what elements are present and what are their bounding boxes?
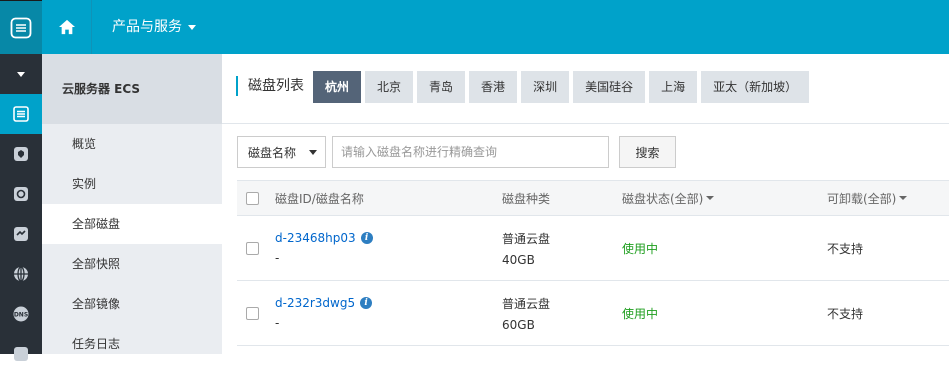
region-bar: 磁盘列表 杭州 北京 青岛 香港 深圳 美国硅谷 上海 亚太（新加坡）	[222, 54, 949, 124]
network-nav-button[interactable]	[0, 254, 42, 294]
sidebar-item-overview[interactable]: 概览	[42, 124, 222, 164]
info-icon[interactable]: i	[360, 297, 373, 309]
select-all-checkbox-cell	[246, 181, 259, 215]
header-disk-id: 磁盘ID/磁盘名称	[275, 191, 364, 206]
disk-size: 60GB	[502, 317, 535, 332]
header-detachable-label: 可卸载(全部)	[827, 191, 897, 206]
search-field-select-value: 磁盘名称	[248, 145, 297, 160]
row-checkbox[interactable]	[246, 306, 259, 320]
header-disk-status-label: 磁盘状态(全部)	[622, 191, 704, 206]
disk-id-cell: d-232r3dwg5 i -	[275, 281, 373, 345]
monitor-nav-button[interactable]	[0, 214, 42, 254]
tab-region-beijing[interactable]: 北京	[365, 71, 414, 103]
header-detachable-filter[interactable]: 可卸载(全部)	[827, 181, 908, 215]
disk-id-link[interactable]: d-232r3dwg5	[275, 296, 355, 310]
logo-icon	[10, 17, 32, 38]
products-services-menu[interactable]: 产品与服务	[112, 0, 196, 54]
svg-text:DNS: DNS	[14, 312, 28, 319]
tab-region-shenzhen[interactable]: 深圳	[521, 71, 570, 103]
sidebar-item-instances[interactable]: 实例	[42, 164, 222, 204]
search-input[interactable]	[332, 136, 609, 168]
disk-type: 普通云盘	[502, 296, 551, 311]
table-row: d-23468hp03 i - 普通云盘 40GB 使用中 不支持	[237, 216, 949, 281]
collapse-caret-icon	[17, 72, 25, 77]
disk-name: -	[275, 316, 280, 330]
shield-icon	[14, 147, 28, 161]
globe-icon	[14, 266, 28, 282]
region-tabs: 杭州 北京 青岛 香港 深圳 美国硅谷 上海 亚太（新加坡）	[313, 71, 810, 103]
disk-id-link[interactable]: d-23468hp03	[275, 231, 356, 245]
disk-id-cell: d-23468hp03 i -	[275, 216, 373, 280]
logo[interactable]	[0, 0, 42, 54]
icon-sidebar: DNS	[0, 54, 42, 361]
tab-region-shanghai[interactable]: 上海	[649, 71, 698, 103]
safe-icon	[14, 187, 28, 201]
row-checkbox[interactable]	[246, 241, 259, 255]
products-services-label: 产品与服务	[112, 19, 182, 35]
disk-type-cell: 普通云盘 60GB	[502, 281, 550, 345]
security-nav-button[interactable]	[0, 134, 42, 174]
dns-icon: DNS	[13, 306, 29, 322]
disk-type: 普通云盘	[502, 231, 551, 246]
server-icon	[13, 106, 29, 122]
header-disk-type: 磁盘种类	[502, 191, 551, 206]
sidebar-item-task-log[interactable]: 任务日志	[42, 324, 222, 364]
table-header: 磁盘ID/磁盘名称 磁盘种类 磁盘状态(全部) 可卸载(全部)	[237, 180, 949, 216]
home-icon	[58, 19, 75, 35]
chevron-down-icon	[899, 196, 908, 200]
search-button[interactable]: 搜索	[619, 136, 676, 168]
select-all-checkbox[interactable]	[246, 191, 259, 205]
sidebar-item-all-images[interactable]: 全部镜像	[42, 284, 222, 324]
home-button[interactable]	[42, 0, 92, 54]
row-checkbox-cell	[246, 281, 259, 345]
ecs-nav-icon-button[interactable]	[0, 94, 42, 134]
disk-type-cell: 普通云盘 40GB	[502, 216, 550, 280]
disk-name: -	[275, 251, 280, 265]
monitor-icon	[14, 227, 28, 241]
search-field-select[interactable]: 磁盘名称	[237, 136, 326, 168]
chevron-down-icon	[309, 150, 317, 155]
disk-status: 使用中	[622, 241, 659, 256]
table-row: d-232r3dwg5 i - 普通云盘 60GB 使用中 不支持	[237, 281, 949, 346]
disk-table: 磁盘ID/磁盘名称 磁盘种类 磁盘状态(全部) 可卸载(全部) d-23468h…	[237, 180, 949, 346]
tab-region-qingdao[interactable]: 青岛	[417, 71, 466, 103]
search-row: 磁盘名称 搜索	[237, 136, 676, 168]
chevron-down-icon	[706, 196, 715, 200]
safe-nav-button[interactable]	[0, 174, 42, 214]
more-icon	[14, 347, 28, 361]
dns-nav-button[interactable]: DNS	[0, 294, 42, 334]
disk-detachable: 不支持	[827, 306, 864, 321]
disk-status: 使用中	[622, 306, 659, 321]
info-icon[interactable]: i	[360, 232, 373, 244]
collapse-menu-button[interactable]	[0, 54, 42, 94]
top-navbar: 产品与服务	[0, 0, 949, 54]
tab-region-singapore[interactable]: 亚太（新加坡）	[701, 71, 810, 103]
page-title: 磁盘列表	[236, 76, 304, 96]
row-checkbox-cell	[246, 216, 259, 280]
tab-region-hangzhou[interactable]: 杭州	[313, 71, 362, 103]
main-content: 磁盘列表 杭州 北京 青岛 香港 深圳 美国硅谷 上海 亚太（新加坡） 磁盘名称…	[222, 54, 949, 354]
sidebar-item-all-disks[interactable]: 全部磁盘	[42, 204, 222, 244]
disk-detachable: 不支持	[827, 241, 864, 256]
disk-size: 40GB	[502, 252, 535, 267]
header-disk-status-filter[interactable]: 磁盘状态(全部)	[622, 181, 715, 215]
tab-region-hongkong[interactable]: 香港	[469, 71, 518, 103]
product-sidebar: 云服务器 ECS 概览 实例 全部磁盘 全部快照 全部镜像 任务日志	[42, 54, 222, 354]
sidebar-item-all-snapshots[interactable]: 全部快照	[42, 244, 222, 284]
tab-region-silicon-valley[interactable]: 美国硅谷	[573, 71, 646, 103]
chevron-down-icon	[188, 24, 196, 30]
sidebar-title: 云服务器 ECS	[42, 54, 222, 124]
more-nav-button[interactable]	[0, 334, 42, 374]
